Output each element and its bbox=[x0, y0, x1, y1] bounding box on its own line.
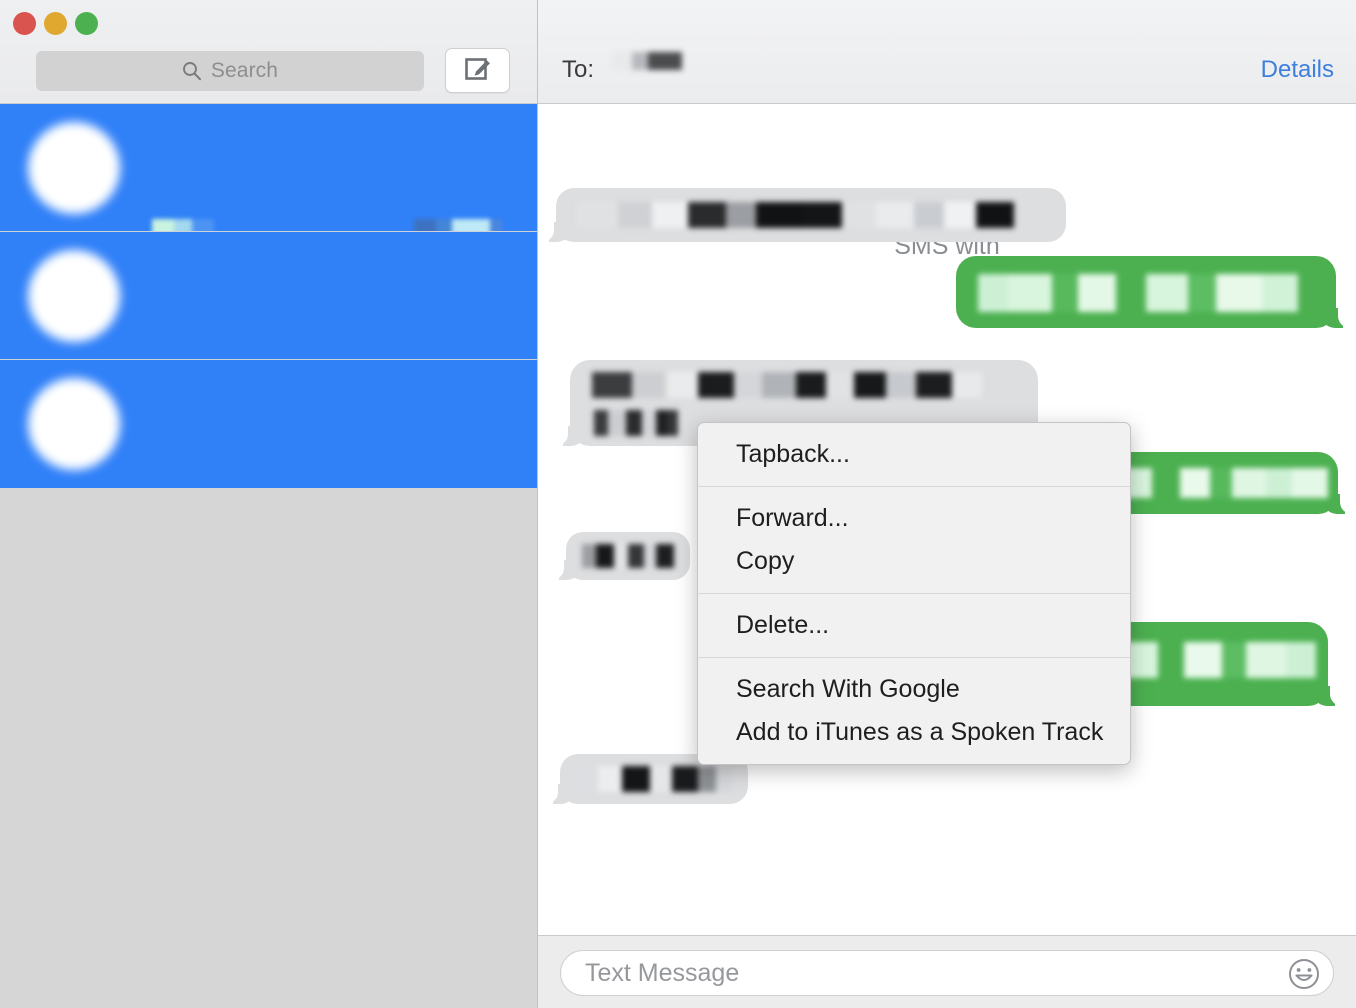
to-label: To: bbox=[562, 56, 595, 83]
window-controls bbox=[13, 12, 98, 35]
conversation-row[interactable] bbox=[0, 104, 537, 232]
search-placeholder: Search bbox=[210, 59, 279, 82]
menu-item-tapback[interactable]: Tapback... bbox=[698, 433, 1130, 476]
bubble-tail bbox=[554, 426, 585, 446]
message-text bbox=[1116, 468, 1328, 498]
search-input-content: Search bbox=[182, 59, 278, 83]
minimize-window-button[interactable] bbox=[44, 12, 67, 35]
smiley-icon[interactable] bbox=[1287, 957, 1321, 991]
search-input[interactable]: Search bbox=[36, 51, 424, 91]
message-text bbox=[978, 274, 1318, 312]
message-input[interactable]: Text Message bbox=[560, 950, 1334, 996]
menu-item-delete[interactable]: Delete... bbox=[698, 604, 1130, 647]
bubble-tail bbox=[540, 222, 571, 242]
sidebar: Search bbox=[0, 0, 538, 1008]
message-input-placeholder: Text Message bbox=[585, 958, 740, 987]
menu-item-forward[interactable]: Forward... bbox=[698, 497, 1130, 540]
menu-group-delete: Delete... bbox=[698, 594, 1130, 657]
bubble-tail bbox=[544, 784, 575, 804]
compose-message-button[interactable] bbox=[445, 48, 510, 93]
message-bubble-outgoing[interactable] bbox=[956, 256, 1352, 328]
message-text bbox=[582, 544, 678, 568]
message-text-second-line bbox=[594, 410, 678, 436]
bubble-tail bbox=[1313, 686, 1344, 706]
chat-header: To: Details bbox=[538, 0, 1356, 104]
messages-window: Search To: Details SMS with Tapback... F… bbox=[0, 0, 1356, 1008]
message-text bbox=[1124, 642, 1320, 678]
message-bubble-incoming[interactable] bbox=[540, 188, 1066, 242]
conversation-list[interactable] bbox=[0, 104, 537, 1008]
chat-pane: To: Details SMS with Tapback... Forward.… bbox=[538, 0, 1356, 1008]
avatar bbox=[28, 122, 120, 214]
menu-group-edit: Forward... Copy bbox=[698, 487, 1130, 593]
search-icon bbox=[182, 61, 202, 81]
avatar bbox=[28, 378, 120, 470]
conversation-row[interactable] bbox=[0, 360, 537, 488]
details-button[interactable]: Details bbox=[1261, 56, 1334, 84]
close-window-button[interactable] bbox=[13, 12, 36, 35]
avatar bbox=[28, 250, 120, 342]
message-text bbox=[578, 766, 732, 792]
menu-item-copy[interactable]: Copy bbox=[698, 540, 1130, 583]
maximize-window-button[interactable] bbox=[75, 12, 98, 35]
menu-item-add-to-itunes[interactable]: Add to iTunes as a Spoken Track bbox=[698, 711, 1130, 754]
sidebar-toolbar: Search bbox=[0, 0, 537, 104]
message-bubble-incoming[interactable] bbox=[550, 532, 690, 580]
message-text bbox=[592, 372, 1012, 398]
compose-bar: Text Message bbox=[538, 935, 1356, 1008]
menu-item-search-with-google[interactable]: Search With Google bbox=[698, 668, 1130, 711]
recipient-field[interactable] bbox=[612, 52, 682, 86]
bubble-tail bbox=[550, 560, 581, 580]
message-list[interactable]: SMS with Tapback... Forward... Copy Dele… bbox=[538, 104, 1356, 935]
menu-group-tapback: Tapback... bbox=[698, 423, 1130, 486]
message-context-menu[interactable]: Tapback... Forward... Copy Delete... Sea… bbox=[697, 422, 1131, 765]
menu-group-services: Search With Google Add to iTunes as a Sp… bbox=[698, 658, 1130, 764]
message-text bbox=[576, 202, 1046, 228]
conversation-row[interactable] bbox=[0, 232, 537, 360]
bubble-tail bbox=[1321, 308, 1352, 328]
compose-icon bbox=[463, 53, 493, 88]
